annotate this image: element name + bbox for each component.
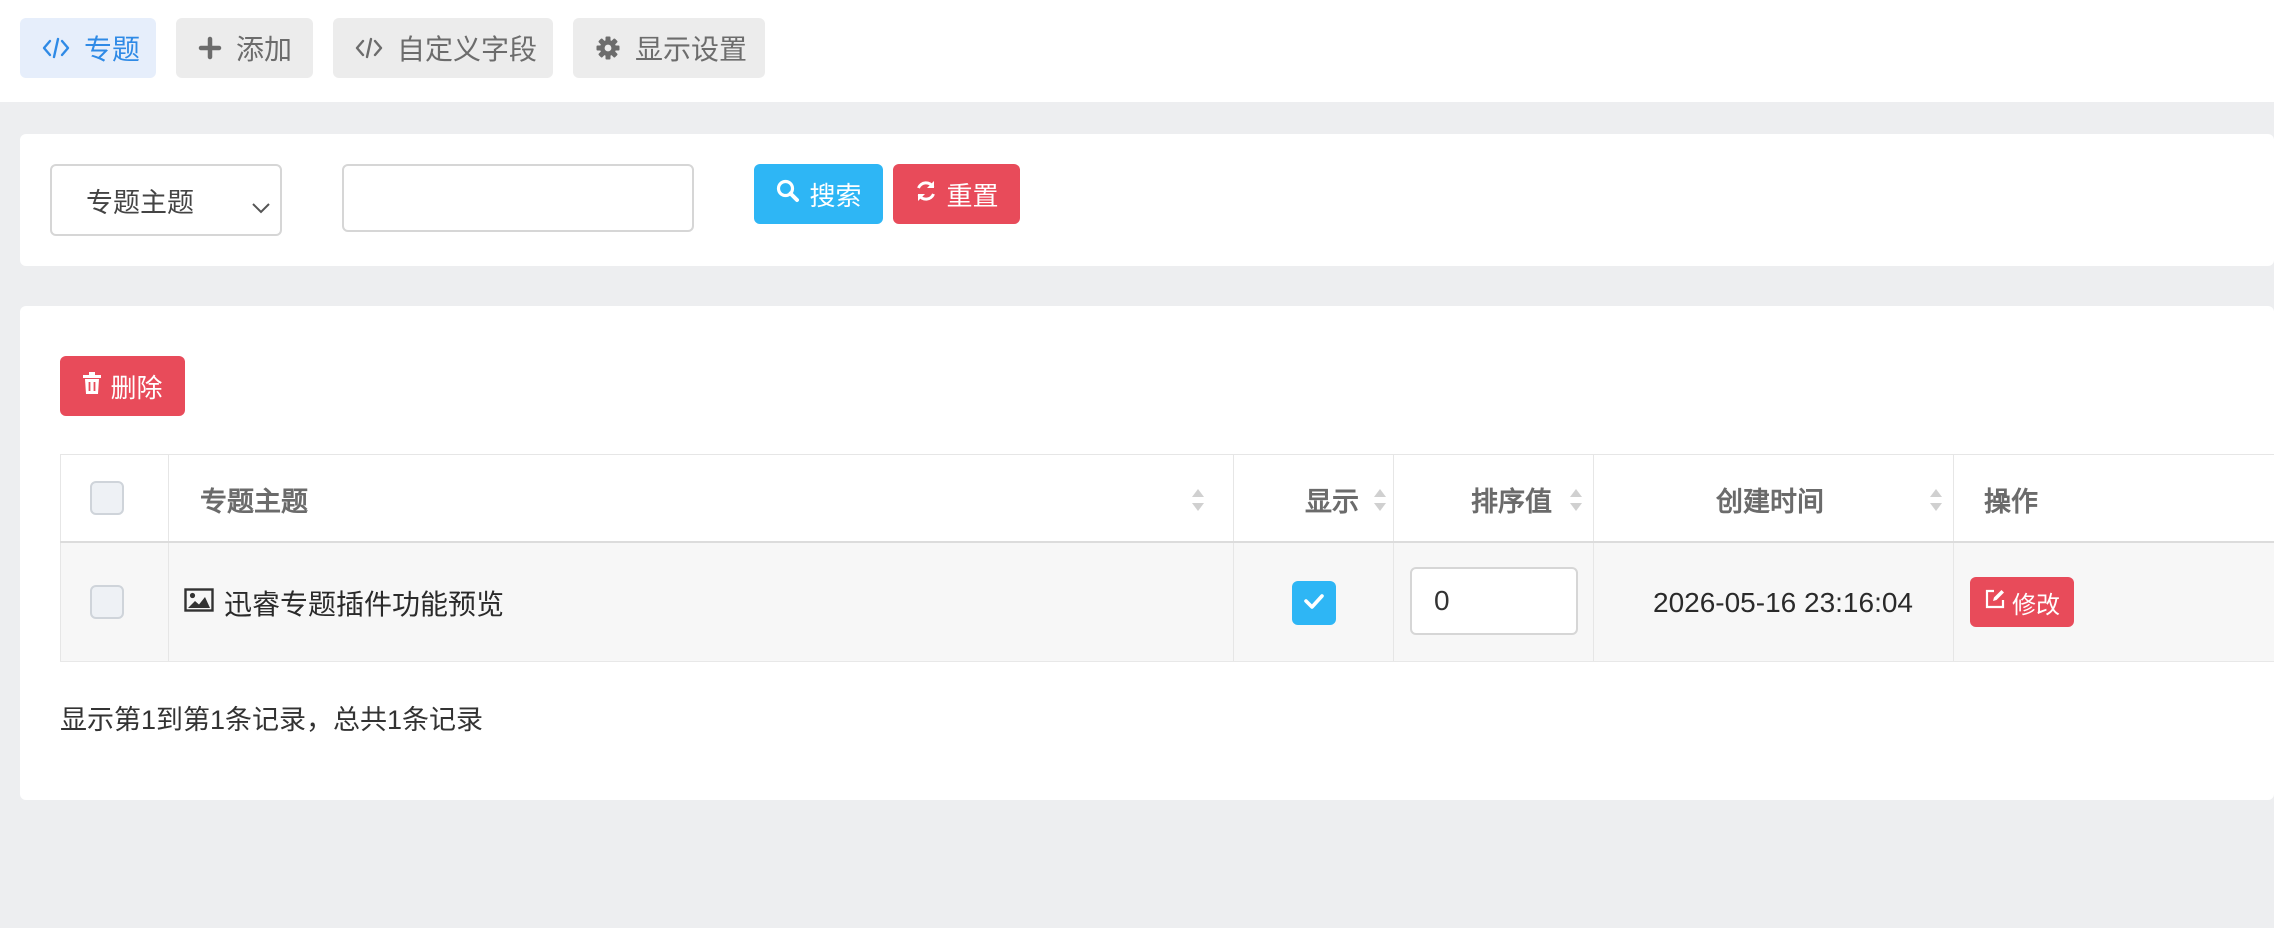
tab-topics[interactable]: 专题 bbox=[20, 18, 156, 78]
column-divider bbox=[168, 543, 169, 661]
check-icon bbox=[1303, 592, 1325, 615]
search-icon bbox=[775, 178, 801, 211]
code-icon bbox=[42, 36, 70, 60]
top-tab-bar: 专题 添加 自定义字段 显示设置 bbox=[0, 0, 2274, 102]
tab-add[interactable]: 添加 bbox=[176, 18, 313, 78]
column-divider bbox=[60, 543, 61, 661]
tab-label: 显示设置 bbox=[635, 34, 748, 65]
tab-label: 添加 bbox=[236, 34, 293, 65]
column-header-title[interactable]: 专题主题 bbox=[200, 455, 308, 543]
column-header-sort[interactable]: 排序值 bbox=[1471, 455, 1552, 543]
list-panel: 删除 专题主题 显示 排序值 创建时间 操作 迅睿专题插件功能预览 0 2026… bbox=[20, 306, 2274, 800]
edit-button[interactable]: 修改 bbox=[1970, 577, 2074, 627]
tab-custom-fields[interactable]: 自定义字段 bbox=[333, 18, 553, 78]
column-divider bbox=[1593, 543, 1594, 661]
column-divider bbox=[1593, 455, 1594, 541]
column-divider bbox=[168, 455, 169, 541]
column-divider bbox=[1393, 455, 1394, 541]
search-field-select[interactable]: 专题主题 bbox=[50, 164, 282, 236]
column-divider bbox=[1233, 455, 1234, 541]
column-divider bbox=[1953, 543, 1954, 661]
tab-display-settings[interactable]: 显示设置 bbox=[573, 18, 765, 78]
topic-title[interactable]: 迅睿专题插件功能预览 bbox=[224, 583, 504, 623]
topics-table: 专题主题 显示 排序值 创建时间 操作 迅睿专题插件功能预览 0 2026-05… bbox=[60, 454, 2274, 662]
table-row: 迅睿专题插件功能预览 2026-05-16 23:16:04 bbox=[60, 543, 2274, 662]
refresh-icon bbox=[914, 179, 938, 210]
select-all-checkbox[interactable] bbox=[90, 481, 124, 515]
column-header-actions: 操作 bbox=[1984, 486, 2038, 517]
column-divider bbox=[1953, 455, 1954, 541]
sort-icon[interactable] bbox=[1190, 485, 1206, 520]
created-time: 2026-05-16 23:16:04 bbox=[1653, 586, 1913, 618]
image-icon bbox=[184, 587, 214, 619]
code-icon bbox=[355, 36, 383, 60]
row-checkbox[interactable] bbox=[90, 585, 124, 619]
delete-button[interactable]: 删除 bbox=[60, 356, 185, 416]
search-panel: 专题主题 搜索 重置 bbox=[20, 134, 2274, 266]
select-value: 专题主题 bbox=[86, 187, 194, 218]
column-divider bbox=[1233, 543, 1234, 661]
tab-label: 自定义字段 bbox=[397, 34, 538, 65]
reset-button[interactable]: 重置 bbox=[893, 164, 1020, 224]
column-divider bbox=[1393, 543, 1394, 661]
row-title-cell: 迅睿专题插件功能预览 bbox=[184, 543, 504, 662]
edit-icon bbox=[1984, 588, 2006, 617]
plus-icon bbox=[198, 36, 222, 60]
gear-icon bbox=[595, 35, 621, 61]
tab-label: 专题 bbox=[84, 34, 141, 65]
edit-button-label: 修改 bbox=[2012, 591, 2060, 619]
trash-icon bbox=[82, 371, 102, 402]
column-divider bbox=[60, 455, 61, 541]
sort-icon[interactable] bbox=[1372, 485, 1388, 520]
column-header-created[interactable]: 创建时间 bbox=[1716, 455, 1824, 543]
search-button-label: 搜索 bbox=[809, 180, 862, 211]
pagination-info: 显示第1到第1条记录，总共1条记录 bbox=[60, 705, 484, 735]
chevron-down-icon bbox=[250, 192, 272, 223]
show-toggle-checkbox[interactable] bbox=[1292, 581, 1336, 625]
reset-button-label: 重置 bbox=[946, 180, 999, 211]
table-header: 专题主题 显示 排序值 创建时间 操作 bbox=[60, 455, 2274, 543]
search-button[interactable]: 搜索 bbox=[754, 164, 883, 224]
sort-value-input[interactable] bbox=[1410, 567, 1578, 635]
sort-icon[interactable] bbox=[1568, 485, 1584, 520]
sort-icon[interactable] bbox=[1928, 485, 1944, 520]
search-input[interactable] bbox=[342, 164, 694, 232]
delete-button-label: 删除 bbox=[110, 372, 163, 403]
column-header-show[interactable]: 显示 bbox=[1305, 455, 1359, 543]
